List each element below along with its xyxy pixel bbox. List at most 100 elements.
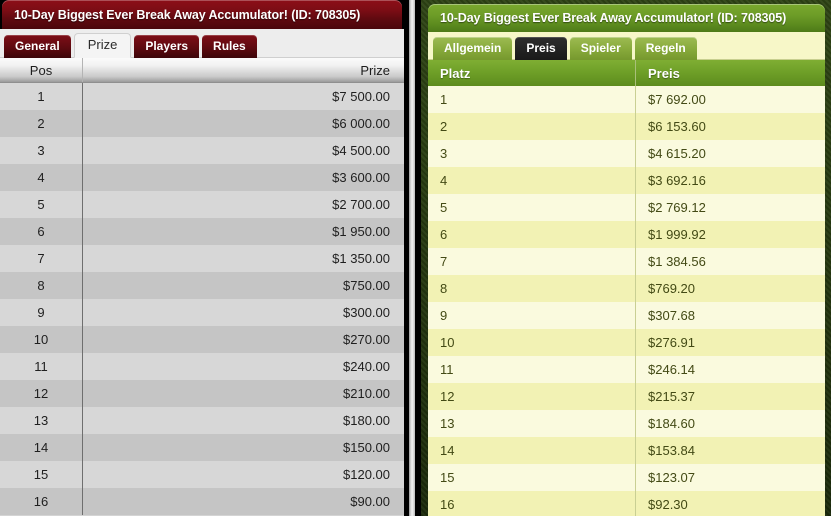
right-table-row[interactable]: 10 $276.91 [428, 329, 825, 356]
left-cell-pos: 6 [0, 218, 83, 245]
right-cell-preis: $3 692.16 [648, 173, 706, 188]
right-table-row[interactable]: 12 $215.37 [428, 383, 825, 410]
left-cell-pos: 15 [0, 461, 83, 488]
right-cell-preis: $4 615.20 [648, 146, 706, 161]
left-window-scrollbar[interactable] [409, 0, 415, 516]
right-cell-platz: 10 [428, 329, 636, 356]
right-cell-platz: 13 [428, 410, 636, 437]
left-tournament-window: 10-Day Biggest Ever Break Away Accumulat… [0, 0, 404, 516]
right-window-titlebar: 10-Day Biggest Ever Break Away Accumulat… [428, 4, 825, 32]
left-cell-prize: $270.00 [343, 332, 390, 347]
right-table-row[interactable]: 9 $307.68 [428, 302, 825, 329]
right-table-row[interactable]: 8 $769.20 [428, 275, 825, 302]
left-cell-pos: 9 [0, 299, 83, 326]
right-cell-preis: $153.84 [648, 443, 695, 458]
left-table-row[interactable]: 6 $1 950.00 [0, 218, 404, 245]
comparison-root: 10-Day Biggest Ever Break Away Accumulat… [0, 0, 831, 516]
left-tab-prize[interactable]: Prize [73, 33, 132, 58]
right-cell-platz: 1 [428, 86, 636, 113]
right-table-row[interactable]: 3 $4 615.20 [428, 140, 825, 167]
left-table-row[interactable]: 5 $2 700.00 [0, 191, 404, 218]
right-cell-platz: 8 [428, 275, 636, 302]
left-tab-rules[interactable]: Rules [202, 35, 257, 58]
right-cell-preis: $769.20 [648, 281, 695, 296]
left-cell-prize: $7 500.00 [332, 89, 390, 104]
left-table-row[interactable]: 1 $7 500.00 [0, 83, 404, 110]
right-tournament-window: 10-Day Biggest Ever Break Away Accumulat… [421, 0, 831, 516]
right-tab-bar: Allgemein Preis Spieler Regeln [428, 32, 825, 60]
left-cell-prize: $150.00 [343, 440, 390, 455]
left-table-header-row: Pos Prize [0, 58, 404, 83]
right-window-title: 10-Day Biggest Ever Break Away Accumulat… [440, 11, 787, 25]
right-cell-platz: 2 [428, 113, 636, 140]
left-table-row[interactable]: 3 $4 500.00 [0, 137, 404, 164]
left-cell-pos: 14 [0, 434, 83, 461]
right-tab-preis[interactable]: Preis [515, 37, 567, 60]
left-column-header-pos[interactable]: Pos [0, 58, 83, 82]
left-table-row[interactable]: 13 $180.00 [0, 407, 404, 434]
left-table-row[interactable]: 14 $150.00 [0, 434, 404, 461]
left-tab-general[interactable]: General [4, 35, 71, 58]
left-table-row[interactable]: 4 $3 600.00 [0, 164, 404, 191]
right-cell-preis: $2 769.12 [648, 200, 706, 215]
left-table-row[interactable]: 10 $270.00 [0, 326, 404, 353]
left-column-header-prize[interactable]: Prize [83, 58, 404, 82]
right-cell-preis: $6 153.60 [648, 119, 706, 134]
left-tab-players[interactable]: Players [134, 35, 200, 58]
right-table-row[interactable]: 2 $6 153.60 [428, 113, 825, 140]
left-table-row[interactable]: 11 $240.00 [0, 353, 404, 380]
right-cell-preis: $307.68 [648, 308, 695, 323]
left-window-title: 10-Day Biggest Ever Break Away Accumulat… [14, 7, 361, 22]
right-column-header-preis[interactable]: Preis [636, 60, 825, 86]
left-cell-pos: 7 [0, 245, 83, 272]
left-cell-prize: $300.00 [343, 305, 390, 320]
right-cell-preis: $123.07 [648, 470, 695, 485]
right-cell-platz: 7 [428, 248, 636, 275]
right-tab-spieler[interactable]: Spieler [569, 37, 632, 60]
right-table-row[interactable]: 4 $3 692.16 [428, 167, 825, 194]
right-cell-preis: $276.91 [648, 335, 695, 350]
left-cell-pos: 10 [0, 326, 83, 353]
left-cell-pos: 12 [0, 380, 83, 407]
right-table-row[interactable]: 15 $123.07 [428, 464, 825, 491]
right-table-row[interactable]: 14 $153.84 [428, 437, 825, 464]
left-cell-prize: $750.00 [343, 278, 390, 293]
left-table-row[interactable]: 8 $750.00 [0, 272, 404, 299]
left-table-row[interactable]: 2 $6 000.00 [0, 110, 404, 137]
right-table-row[interactable]: 11 $246.14 [428, 356, 825, 383]
left-cell-prize: $1 950.00 [332, 224, 390, 239]
left-window-titlebar: 10-Day Biggest Ever Break Away Accumulat… [2, 0, 402, 29]
right-table-row[interactable]: 13 $184.60 [428, 410, 825, 437]
left-table-row[interactable]: 7 $1 350.00 [0, 245, 404, 272]
window-gutter [404, 0, 421, 516]
left-cell-prize: $1 350.00 [332, 251, 390, 266]
left-cell-prize: $2 700.00 [332, 197, 390, 212]
right-table-body: 1 $7 692.00 2 $6 153.60 3 $4 615.20 4 $3 692.16… [428, 86, 825, 516]
right-cell-platz: 11 [428, 356, 636, 383]
right-cell-platz: 14 [428, 437, 636, 464]
left-table-row[interactable]: 9 $300.00 [0, 299, 404, 326]
right-table-row[interactable]: 1 $7 692.00 [428, 86, 825, 113]
right-column-header-platz[interactable]: Platz [428, 60, 636, 86]
right-cell-preis: $246.14 [648, 362, 695, 377]
left-table-row[interactable]: 15 $120.00 [0, 461, 404, 488]
left-cell-pos: 5 [0, 191, 83, 218]
right-tab-regeln[interactable]: Regeln [634, 37, 697, 60]
right-table-row[interactable]: 6 $1 999.92 [428, 221, 825, 248]
left-tab-bar: General Prize Players Rules [0, 29, 404, 58]
right-table-row[interactable]: 7 $1 384.56 [428, 248, 825, 275]
left-cell-pos: 3 [0, 137, 83, 164]
right-table-row[interactable]: 5 $2 769.12 [428, 194, 825, 221]
left-cell-pos: 8 [0, 272, 83, 299]
right-cell-preis: $92.30 [648, 497, 688, 512]
right-cell-platz: 3 [428, 140, 636, 167]
right-table-row[interactable]: 16 $92.30 [428, 491, 825, 516]
right-tab-allgemein[interactable]: Allgemein [433, 37, 513, 60]
left-table-row[interactable]: 16 $90.00 [0, 488, 404, 515]
left-cell-pos: 16 [0, 488, 83, 515]
left-cell-prize: $180.00 [343, 413, 390, 428]
right-cell-preis: $184.60 [648, 416, 695, 431]
right-table-header-row: Platz Preis [428, 60, 825, 86]
left-table-row[interactable]: 12 $210.00 [0, 380, 404, 407]
left-cell-prize: $6 000.00 [332, 116, 390, 131]
